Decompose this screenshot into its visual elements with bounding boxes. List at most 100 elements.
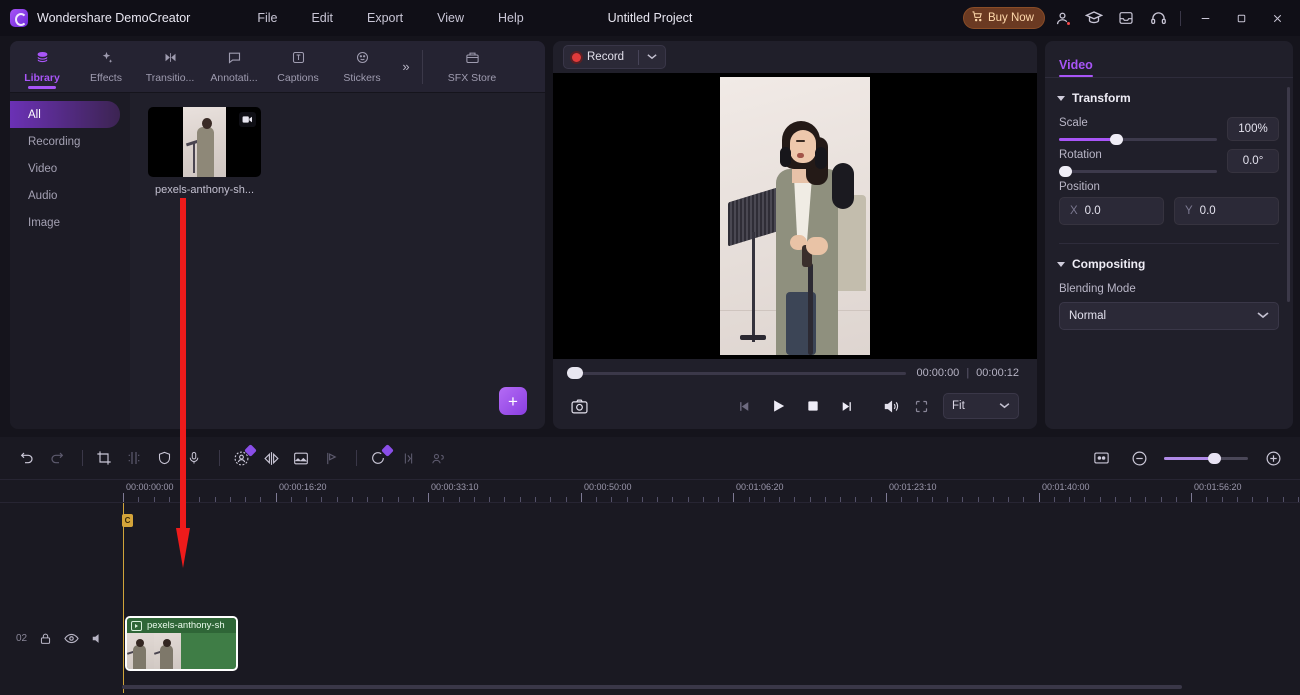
tab-video[interactable]: Video xyxy=(1059,58,1093,77)
support-icon[interactable] xyxy=(1143,5,1173,31)
ai-denoise-icon[interactable] xyxy=(365,444,394,471)
time-display: 00:00:00 | 00:00:12 xyxy=(916,367,1019,379)
split-icon[interactable] xyxy=(121,445,147,471)
tab-captions[interactable]: Captions xyxy=(266,41,330,93)
volume-icon[interactable] xyxy=(883,399,900,414)
ruler-tick xyxy=(215,497,216,502)
tab-effects[interactable]: Effects xyxy=(74,41,138,93)
ruler-tick xyxy=(154,497,155,502)
tabs-overflow-button[interactable]: » xyxy=(394,41,418,93)
minimize-button[interactable] xyxy=(1188,3,1222,33)
buy-now-button[interactable]: Buy Now xyxy=(962,7,1045,29)
ai-portrait-icon[interactable] xyxy=(228,444,257,471)
ruler-tick xyxy=(550,497,551,502)
ruler-tick xyxy=(978,497,979,502)
inbox-icon[interactable] xyxy=(1111,5,1141,31)
mute-icon[interactable] xyxy=(89,630,106,647)
tab-library[interactable]: Library xyxy=(10,41,74,93)
ruler-tick xyxy=(993,497,994,502)
undo-icon[interactable] xyxy=(14,445,40,471)
marker-icon[interactable] xyxy=(318,445,344,471)
close-button[interactable] xyxy=(1260,3,1294,33)
timeline-ruler[interactable]: 00:00:00:00 00:00:16:20 00:00:33:10 00:00:5… xyxy=(0,479,1300,503)
total-time: 00:00:12 xyxy=(976,367,1019,379)
redo-icon[interactable] xyxy=(44,445,70,471)
account-icon[interactable] xyxy=(1047,5,1077,31)
lock-icon[interactable] xyxy=(37,630,54,647)
tab-stickers[interactable]: Stickers xyxy=(330,41,394,93)
ruler-tick xyxy=(459,497,460,502)
rotation-slider[interactable] xyxy=(1059,166,1217,177)
fullscreen-icon[interactable] xyxy=(914,399,929,414)
prev-frame-button[interactable] xyxy=(738,400,751,413)
background-icon[interactable] xyxy=(288,445,314,471)
ruler-label: 00:00:33:10 xyxy=(431,482,479,492)
sfx-store-label: SFX Store xyxy=(447,71,497,84)
next-frame-button[interactable] xyxy=(840,400,853,413)
chevron-down-icon[interactable] xyxy=(647,51,657,63)
track-number: 02 xyxy=(16,633,28,644)
properties-scrollbar[interactable] xyxy=(1287,87,1290,302)
blending-mode-dropdown[interactable]: Normal xyxy=(1059,302,1279,330)
add-media-button[interactable]: + xyxy=(499,387,527,415)
menu-view[interactable]: View xyxy=(420,7,481,29)
scale-value-input[interactable]: 100% xyxy=(1227,117,1279,141)
zoom-in-icon[interactable] xyxy=(1260,445,1286,471)
menu-help[interactable]: Help xyxy=(481,7,541,29)
tutorial-icon[interactable] xyxy=(1079,5,1109,31)
position-y-field[interactable]: Y 0.0 xyxy=(1174,197,1279,225)
maximize-button[interactable] xyxy=(1224,3,1258,33)
fit-timeline-icon[interactable] xyxy=(1088,445,1114,471)
category-audio[interactable]: Audio xyxy=(10,182,120,209)
compositing-section-header[interactable]: Compositing xyxy=(1045,244,1293,275)
tab-captions-label: Captions xyxy=(277,71,319,84)
menu-file[interactable]: File xyxy=(240,7,294,29)
category-all[interactable]: All xyxy=(10,101,120,128)
ruler-tick-major xyxy=(428,493,429,502)
rotation-value-input[interactable]: 0.0° xyxy=(1227,149,1279,173)
mask-icon[interactable] xyxy=(151,445,177,471)
play-button[interactable] xyxy=(771,398,786,414)
mirror-icon[interactable] xyxy=(258,445,284,471)
fit-dropdown[interactable]: Fit xyxy=(943,393,1019,419)
position-x-field[interactable]: X 0.0 xyxy=(1059,197,1164,225)
media-item[interactable]: pexels-anthony-sh... xyxy=(148,107,261,196)
video-preview-stage[interactable] xyxy=(553,73,1037,359)
tab-annotations[interactable]: Annotati... xyxy=(202,41,266,93)
ruler-tick xyxy=(306,497,307,502)
stop-button[interactable] xyxy=(806,399,820,413)
scrubber-track[interactable] xyxy=(567,366,907,379)
transform-section-header[interactable]: Transform xyxy=(1045,78,1293,109)
ruler-tick xyxy=(1054,497,1055,502)
blending-mode-value: Normal xyxy=(1069,310,1107,322)
category-image[interactable]: Image xyxy=(10,209,120,236)
track-lane-02[interactable]: pexels-anthony-sh xyxy=(122,611,1300,671)
ruler-tick xyxy=(230,497,231,502)
category-recording[interactable]: Recording xyxy=(10,128,120,155)
category-video[interactable]: Video xyxy=(10,155,120,182)
media-thumbnail[interactable] xyxy=(148,107,261,177)
ai-avatar-icon[interactable] xyxy=(425,445,451,471)
timeline-clip[interactable]: pexels-anthony-sh xyxy=(125,616,238,671)
timeline-zoom-slider[interactable] xyxy=(1164,452,1248,464)
speed-icon[interactable] xyxy=(395,445,421,471)
compositing-title: Compositing xyxy=(1072,257,1146,271)
record-button[interactable]: Record xyxy=(563,45,667,69)
ruler-tick xyxy=(1130,497,1131,502)
playhead-line[interactable] xyxy=(123,503,124,693)
ruler-label: 00:00:00:00 xyxy=(126,482,174,492)
scale-slider[interactable] xyxy=(1059,134,1217,145)
zoom-out-icon[interactable] xyxy=(1126,445,1152,471)
tab-transitions[interactable]: Transitio... xyxy=(138,41,202,93)
rotation-row: Rotation 0.0° xyxy=(1045,141,1293,177)
menu-export[interactable]: Export xyxy=(350,7,420,29)
menu-edit[interactable]: Edit xyxy=(294,7,350,29)
eye-icon[interactable] xyxy=(63,630,80,647)
playhead-marker[interactable]: C xyxy=(122,514,133,527)
snapshot-button[interactable] xyxy=(571,399,588,414)
timeline-hscrollbar[interactable] xyxy=(122,685,1182,689)
voice-icon[interactable] xyxy=(181,445,207,471)
scrubber-handle[interactable] xyxy=(567,366,583,379)
crop-icon[interactable] xyxy=(91,445,117,471)
tab-sfx-store[interactable]: SFX Store xyxy=(427,41,517,93)
